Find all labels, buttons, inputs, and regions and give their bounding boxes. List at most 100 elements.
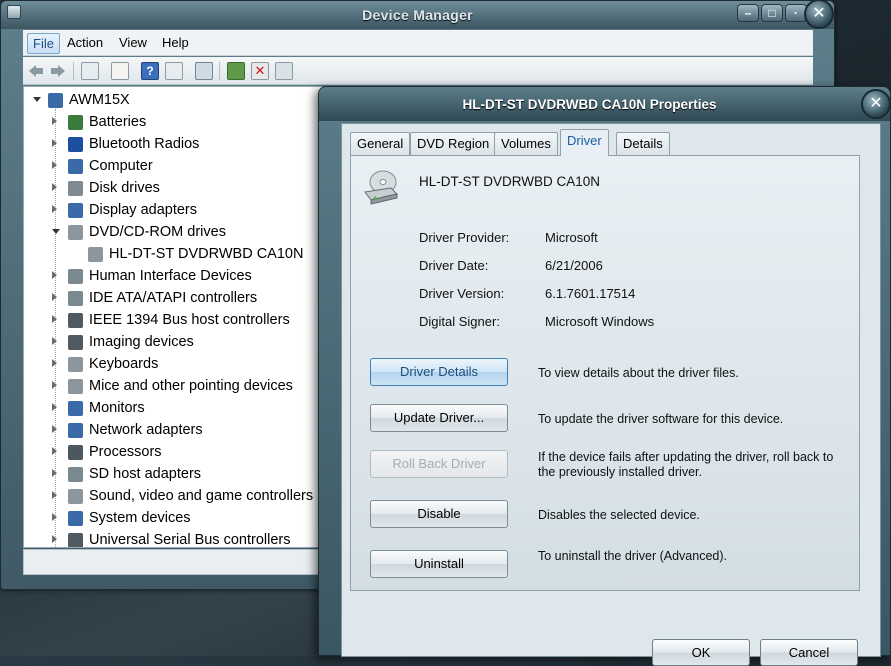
tree-item-label: Imaging devices — [89, 334, 194, 350]
expand-arrow-icon[interactable] — [52, 447, 57, 455]
tree-item-label: SD host adapters — [89, 466, 202, 482]
title-bar[interactable]: Device Manager – □ · — [1, 1, 834, 29]
collapse-arrow-icon[interactable] — [52, 229, 60, 234]
update-driver-description: To update the driver software for this d… — [538, 412, 784, 426]
sd-adapter-icon — [68, 467, 83, 482]
dialog-title-bar[interactable]: HL-DT-ST DVDRWBD CA10N Properties — [319, 87, 890, 121]
tree-item[interactable]: Bluetooth Radios — [24, 133, 322, 155]
expand-arrow-icon[interactable] — [52, 117, 57, 125]
expand-arrow-icon[interactable] — [52, 359, 57, 367]
device-name: HL-DT-ST DVDRWBD CA10N — [419, 174, 601, 189]
driver-date-label: Driver Date: — [419, 258, 489, 273]
forward-arrow-icon[interactable] — [49, 62, 67, 80]
expand-arrow-icon[interactable] — [52, 337, 57, 345]
tree-root[interactable]: AWM15X — [24, 89, 322, 111]
menu-file[interactable]: File — [27, 33, 60, 54]
expand-arrow-icon[interactable] — [52, 293, 57, 301]
tree-item-label: Computer — [89, 158, 153, 174]
tree-item[interactable]: Keyboards — [24, 353, 322, 375]
tree-item[interactable]: Computer — [24, 155, 322, 177]
minimize-button[interactable]: – — [737, 4, 759, 22]
ide-controller-icon — [68, 291, 83, 306]
tree-item[interactable]: Mice and other pointing devices — [24, 375, 322, 397]
uninstall-button[interactable]: Uninstall — [370, 550, 508, 578]
tab-driver[interactable]: Driver — [560, 129, 609, 156]
tab-volumes[interactable]: Volumes — [494, 132, 558, 155]
expand-arrow-icon[interactable] — [52, 139, 57, 147]
disable-device-icon[interactable] — [275, 62, 293, 80]
expand-arrow-icon[interactable] — [52, 535, 57, 543]
uninstall-icon[interactable]: ✕ — [251, 62, 269, 80]
tree-item-label: Batteries — [89, 114, 147, 130]
update-driver-button[interactable]: Update Driver... — [370, 404, 508, 432]
tree-item-label: Display adapters — [89, 202, 197, 218]
driver-provider-value: Microsoft — [545, 230, 598, 245]
tree-item[interactable]: Sound, video and game controllers — [24, 485, 322, 507]
tree-item-label: Processors — [89, 444, 162, 460]
tree-item[interactable]: IDE ATA/ATAPI controllers — [24, 287, 322, 309]
collapse-arrow-icon[interactable] — [33, 97, 41, 102]
expand-arrow-icon[interactable] — [52, 513, 57, 521]
tree-item[interactable]: Network adapters — [24, 419, 322, 441]
tree-item[interactable]: System devices — [24, 507, 322, 529]
expand-arrow-icon[interactable] — [52, 183, 57, 191]
tree-item[interactable]: Disk drives — [24, 177, 322, 199]
tab-details[interactable]: Details — [616, 132, 670, 155]
help-icon[interactable]: ? — [141, 62, 159, 80]
expand-arrow-icon[interactable] — [52, 161, 57, 169]
close-dialog-button[interactable]: ✕ — [861, 89, 891, 119]
expand-arrow-icon[interactable] — [52, 425, 57, 433]
tree-item-label: Keyboards — [89, 356, 159, 372]
maximize-button[interactable]: □ — [761, 4, 783, 22]
back-arrow-icon[interactable] — [27, 62, 45, 80]
menu-bar: File Action View Help — [23, 30, 813, 56]
expand-arrow-icon[interactable] — [52, 315, 57, 323]
driver-details-description: To view details about the driver files. — [538, 366, 739, 380]
tab-general[interactable]: General — [350, 132, 411, 155]
properties-icon[interactable] — [111, 62, 129, 80]
expand-arrow-icon[interactable] — [52, 205, 57, 213]
roll-back-driver-button[interactable]: Roll Back Driver — [370, 450, 508, 478]
tree-item[interactable]: SD host adapters — [24, 463, 322, 485]
tree-item[interactable]: HL-DT-ST DVDRWBD CA10N — [24, 243, 322, 265]
expand-arrow-icon[interactable] — [52, 403, 57, 411]
scan-hardware-icon[interactable] — [195, 62, 213, 80]
menu-view[interactable]: View — [119, 35, 147, 50]
display-adapter-icon — [68, 203, 83, 218]
expand-arrow-icon[interactable] — [52, 271, 57, 279]
update-driver-icon[interactable] — [227, 62, 245, 80]
tab-dvd-region[interactable]: DVD Region — [410, 132, 497, 155]
tree-item[interactable]: DVD/CD-ROM drives — [24, 221, 322, 243]
cancel-button[interactable]: Cancel — [760, 639, 858, 666]
tree-item[interactable]: Monitors — [24, 397, 322, 419]
toolbar: ? ✕ — [23, 57, 813, 85]
expand-arrow-icon[interactable] — [52, 491, 57, 499]
tree-item[interactable]: Human Interface Devices — [24, 265, 322, 287]
driver-provider-label: Driver Provider: — [419, 230, 510, 245]
keyboard-icon — [68, 357, 83, 372]
ok-button[interactable]: OK — [652, 639, 750, 666]
menu-action[interactable]: Action — [67, 35, 103, 50]
tree-item-label: Disk drives — [89, 180, 160, 196]
tree-root-label: AWM15X — [69, 92, 130, 108]
driver-details-button[interactable]: Driver Details — [370, 358, 508, 386]
tree-item-label: Network adapters — [89, 422, 203, 438]
tree-item[interactable]: Universal Serial Bus controllers — [24, 529, 322, 547]
roll-back-driver-description: If the device fails after updating the d… — [538, 450, 834, 479]
tree-item[interactable]: Display adapters — [24, 199, 322, 221]
expand-arrow-icon[interactable] — [52, 381, 57, 389]
tree-item-label: IDE ATA/ATAPI controllers — [89, 290, 258, 306]
close-window-button[interactable]: ✕ — [804, 0, 834, 29]
tree-item-label: Bluetooth Radios — [89, 136, 200, 152]
tree-item[interactable]: Batteries — [24, 111, 322, 133]
disable-button[interactable]: Disable — [370, 500, 508, 528]
show-hide-tree-icon[interactable] — [81, 62, 99, 80]
hid-icon — [68, 269, 83, 284]
tree-item[interactable]: IEEE 1394 Bus host controllers — [24, 309, 322, 331]
view-icon[interactable] — [165, 62, 183, 80]
menu-help[interactable]: Help — [162, 35, 189, 50]
tree-item[interactable]: Imaging devices — [24, 331, 322, 353]
battery-icon — [68, 115, 83, 130]
tree-item[interactable]: Processors — [24, 441, 322, 463]
expand-arrow-icon[interactable] — [52, 469, 57, 477]
